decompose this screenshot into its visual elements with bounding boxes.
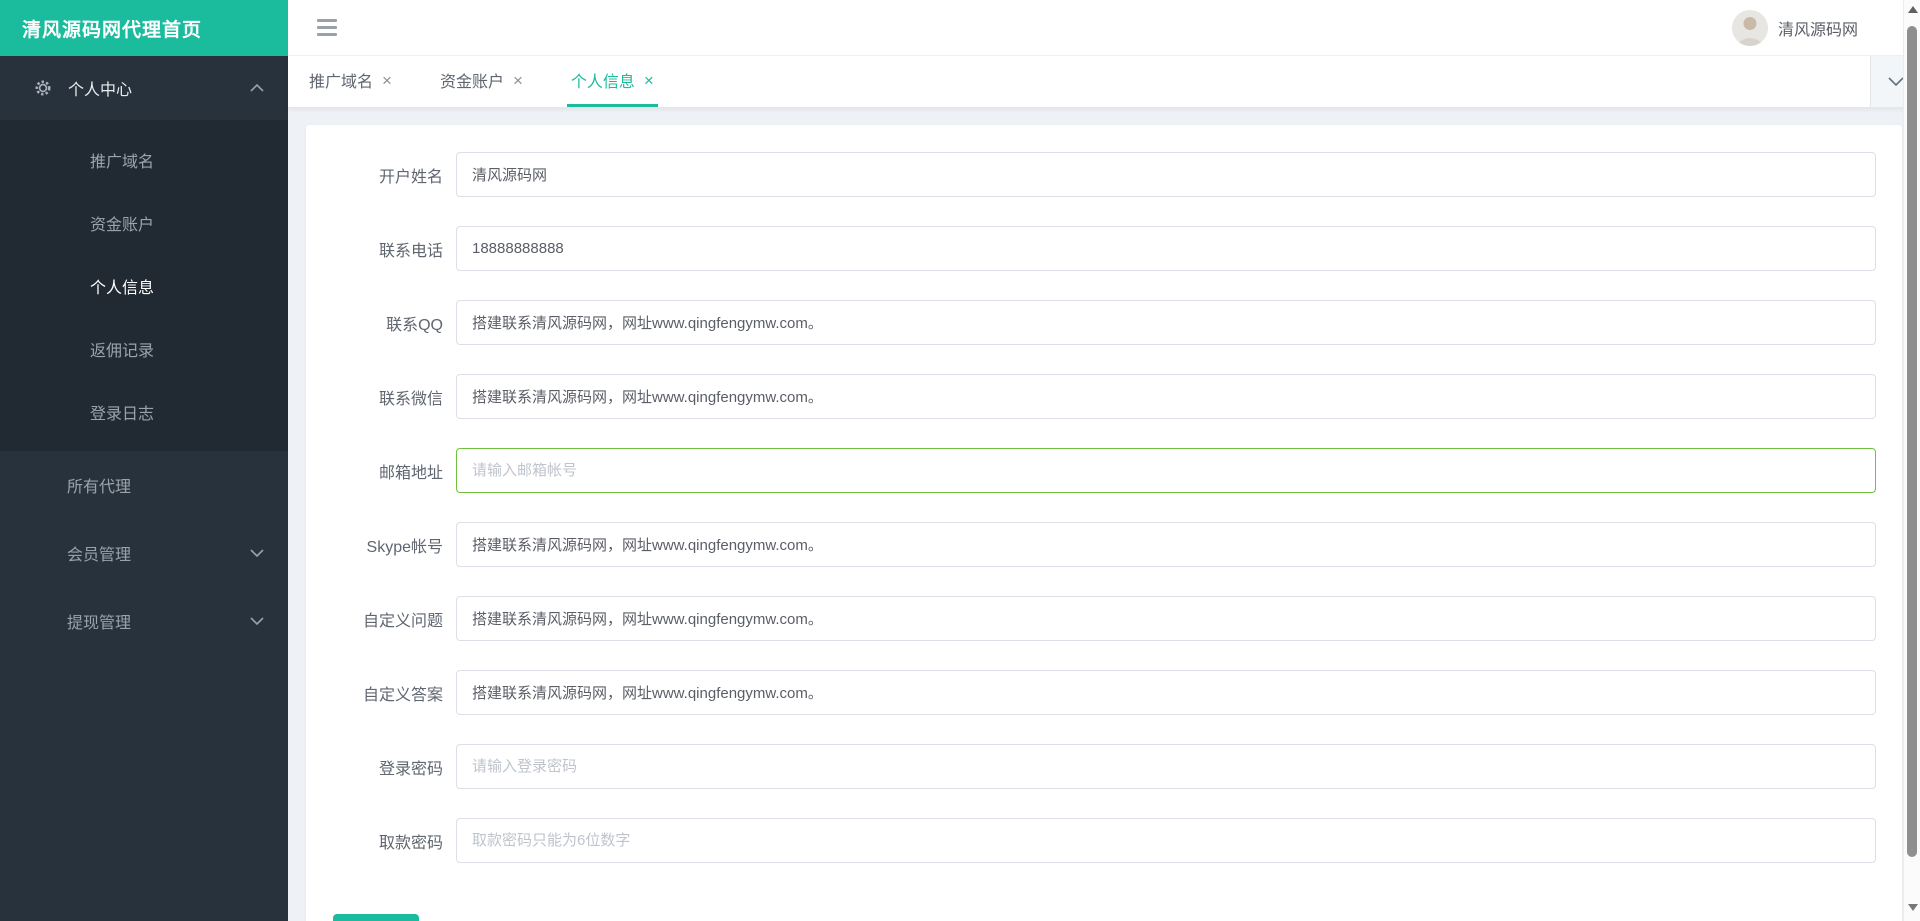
- login-password-input[interactable]: [456, 744, 1876, 789]
- sidebar-item-label: 所有代理: [67, 473, 131, 497]
- sidebar-item-label: 返佣记录: [90, 337, 154, 361]
- account-name-input[interactable]: [456, 152, 1876, 197]
- sidebar-item-personal-center[interactable]: 个人中心: [0, 56, 288, 120]
- top-bar: 清风源码网: [288, 0, 1920, 56]
- scrollbar-up-arrow-icon[interactable]: [1908, 6, 1918, 13]
- sidebar-item-label: 推广域名: [90, 148, 154, 172]
- tab-promo-domain[interactable]: 推广域名 ×: [305, 56, 396, 107]
- login-password-label: 登录密码: [306, 755, 456, 779]
- tab-bar: 推广域名 × 资金账户 × 个人信息 ×: [288, 56, 1920, 108]
- sidebar-item-member-management[interactable]: 会员管理: [0, 519, 288, 587]
- form-row: Skype帐号: [306, 522, 1902, 567]
- sidebar-item-rebate-records[interactable]: 返佣记录: [0, 317, 288, 380]
- sidebar-item-withdrawal-management[interactable]: 提现管理: [0, 587, 288, 655]
- email-input[interactable]: [456, 448, 1876, 493]
- sidebar-item-label: 会员管理: [67, 541, 131, 565]
- sidebar-item-fund-account[interactable]: 资金账户: [0, 191, 288, 254]
- tab-label: 个人信息: [571, 68, 635, 92]
- security-answer-input[interactable]: [456, 670, 1876, 715]
- sidebar-item-label: 个人信息: [90, 274, 154, 298]
- right-column: 清风源码网 推广域名 × 资金账户 × 个人信息 ×: [288, 0, 1920, 921]
- close-icon[interactable]: ×: [644, 72, 654, 89]
- sidebar-item-promo-domain[interactable]: 推广域名: [0, 128, 288, 191]
- content-area: 开户姓名 联系电话 联系QQ 联系微信 邮箱地址: [288, 108, 1920, 921]
- vertical-scrollbar[interactable]: [1903, 0, 1920, 921]
- withdraw-password-label: 取款密码: [306, 829, 456, 853]
- withdraw-password-input[interactable]: [456, 818, 1876, 863]
- app-window: 清风源码网代理首页 个人中心 推广域名 资金: [0, 0, 1920, 921]
- hamburger-menu-icon[interactable]: [315, 9, 339, 46]
- skype-input[interactable]: [456, 522, 1876, 567]
- user-name: 清风源码网: [1778, 16, 1858, 40]
- user-menu[interactable]: 清风源码网: [1732, 10, 1858, 46]
- tab-label: 资金账户: [440, 68, 504, 92]
- chevron-down-icon: [250, 549, 264, 557]
- app-logo: 清风源码网代理首页: [0, 0, 288, 56]
- chevron-down-icon: [1888, 77, 1904, 86]
- close-icon[interactable]: ×: [513, 72, 523, 89]
- account-name-label: 开户姓名: [306, 163, 456, 187]
- skype-label: Skype帐号: [306, 533, 456, 557]
- contact-qq-input[interactable]: [456, 300, 1876, 345]
- sidebar-menu: 个人中心 推广域名 资金账户 个人信息 返佣记录: [0, 56, 288, 921]
- personal-center-submenu: 推广域名 资金账户 个人信息 返佣记录 登录日志: [0, 120, 288, 451]
- form-row: 取款密码: [306, 818, 1902, 863]
- tab-fund-account[interactable]: 资金账户 ×: [436, 56, 527, 107]
- contact-phone-input[interactable]: [456, 226, 1876, 271]
- form-row: 自定义问题: [306, 596, 1902, 641]
- close-icon[interactable]: ×: [382, 72, 392, 89]
- avatar: [1732, 10, 1768, 46]
- form-row: 登录密码: [306, 744, 1902, 789]
- form-row: 联系电话: [306, 226, 1902, 271]
- contact-qq-label: 联系QQ: [306, 311, 456, 335]
- sidebar-item-login-logs[interactable]: 登录日志: [0, 380, 288, 443]
- sidebar-item-label: 登录日志: [90, 400, 154, 424]
- sidebar-item-all-agents[interactable]: 所有代理: [0, 451, 288, 519]
- security-question-label: 自定义问题: [306, 607, 456, 631]
- form-row: 邮箱地址: [306, 448, 1902, 493]
- contact-wechat-input[interactable]: [456, 374, 1876, 419]
- tab-personal-info[interactable]: 个人信息 ×: [567, 56, 658, 107]
- personal-info-form-card: 开户姓名 联系电话 联系QQ 联系微信 邮箱地址: [306, 125, 1902, 921]
- scrollbar-down-arrow-icon[interactable]: [1908, 904, 1918, 911]
- chevron-down-icon: [250, 617, 264, 625]
- security-answer-label: 自定义答案: [306, 681, 456, 705]
- security-question-input[interactable]: [456, 596, 1876, 641]
- chevron-up-icon: [250, 84, 264, 92]
- scrollbar-thumb[interactable]: [1907, 26, 1917, 857]
- confirm-button[interactable]: 确定: [333, 914, 419, 921]
- email-label: 邮箱地址: [306, 459, 456, 483]
- tabs: 推广域名 × 资金账户 × 个人信息 ×: [288, 56, 698, 107]
- form-row: 联系QQ: [306, 300, 1902, 345]
- left-column: 清风源码网代理首页 个人中心 推广域名 资金: [0, 0, 288, 921]
- tab-label: 推广域名: [309, 68, 373, 92]
- gear-icon: [34, 79, 52, 97]
- form-row: 联系微信: [306, 374, 1902, 419]
- sidebar-group-label: 个人中心: [68, 76, 132, 100]
- form-row: 自定义答案: [306, 670, 1902, 715]
- sidebar-item-personal-info[interactable]: 个人信息: [0, 254, 288, 317]
- sidebar-item-label: 提现管理: [67, 609, 131, 633]
- sidebar-item-label: 资金账户: [90, 211, 154, 235]
- form-row: 开户姓名: [306, 152, 1902, 197]
- contact-phone-label: 联系电话: [306, 237, 456, 261]
- contact-wechat-label: 联系微信: [306, 385, 456, 409]
